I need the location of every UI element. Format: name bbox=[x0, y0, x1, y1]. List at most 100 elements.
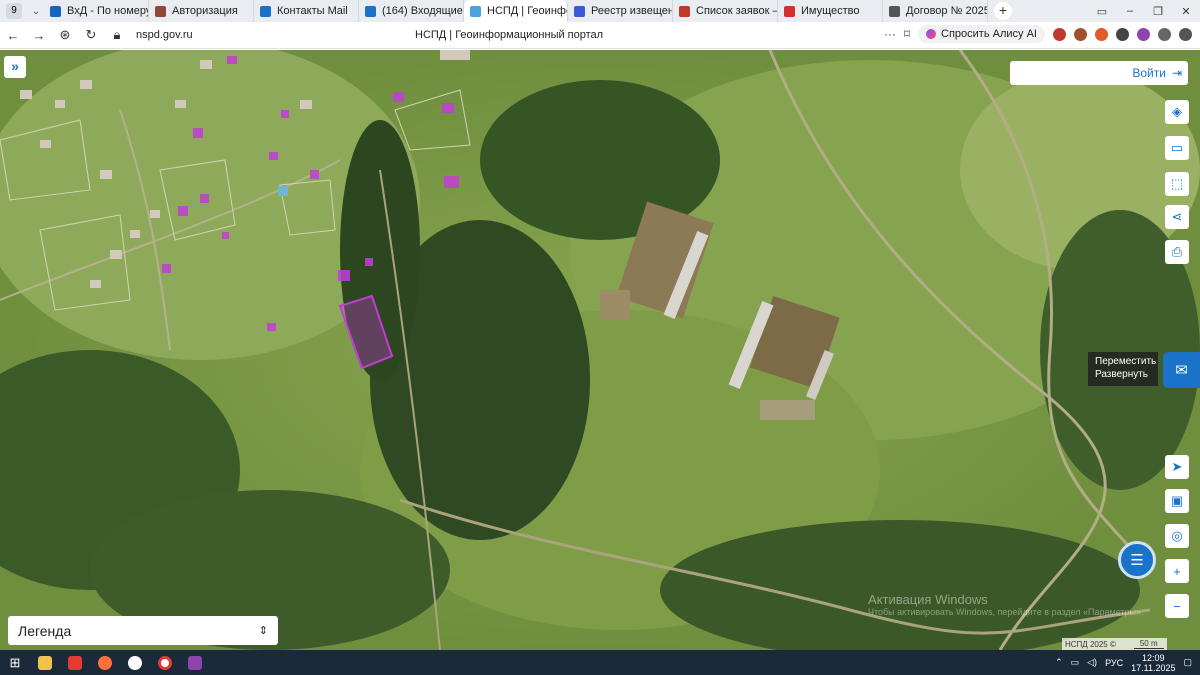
downloads-icon[interactable] bbox=[1179, 27, 1192, 41]
zoom-in-button[interactable]: + bbox=[1165, 559, 1189, 583]
url-field[interactable]: nspd.gov.ru bbox=[136, 29, 193, 41]
forward-icon[interactable]: → bbox=[26, 28, 52, 43]
firefox-icon[interactable] bbox=[90, 650, 120, 675]
tab-favicon-icon bbox=[155, 5, 166, 17]
extension-icon[interactable] bbox=[1053, 27, 1066, 41]
network-icon[interactable]: ▭ bbox=[1071, 657, 1080, 668]
tab-label: ВхД - По номеру bbox=[67, 5, 149, 17]
legend-dropdown[interactable]: Легенда ⇕ bbox=[8, 616, 278, 645]
browser-tab-bar: 9 ⌄ ВхД - По номеру Авторизация Контакты… bbox=[0, 0, 1200, 22]
chat-side-button[interactable]: ✉ bbox=[1163, 352, 1200, 388]
tab-label: Контакты Mail bbox=[277, 5, 348, 17]
file-explorer-icon[interactable] bbox=[30, 650, 60, 675]
layers-button[interactable]: ◈ bbox=[1165, 100, 1189, 124]
close-window-icon[interactable]: ✕ bbox=[1172, 5, 1200, 18]
address-bar: ← → ⊛ ↻ 🔒︎ nspd.gov.ru НСПД | Геоинформа… bbox=[0, 22, 1200, 49]
yandex-browser-icon[interactable] bbox=[150, 650, 180, 675]
measure-button[interactable]: ▭ bbox=[1165, 136, 1189, 160]
print-button[interactable]: ⎙ bbox=[1165, 240, 1189, 264]
print-icon: ⎙ bbox=[1171, 244, 1183, 259]
tab-registry[interactable]: Реестр извещений bbox=[568, 0, 673, 22]
alice-button[interactable]: Спросить Алису AI bbox=[918, 25, 1045, 43]
chat-bubble-icon: ☰ bbox=[1130, 552, 1144, 569]
tab-list-chevron-icon[interactable]: ⌄ bbox=[28, 6, 44, 17]
area-select-button[interactable]: ⬚ bbox=[1165, 172, 1189, 196]
maximize-icon[interactable]: ❐ bbox=[1144, 5, 1172, 18]
tab-requests[interactable]: Список заявок — Те bbox=[673, 0, 778, 22]
page-title: НСПД | Геоинформационный портал bbox=[415, 29, 604, 41]
tab-contract[interactable]: Договор № 2025.103 bbox=[883, 0, 988, 22]
zoom-out-button[interactable]: − bbox=[1165, 594, 1189, 618]
windows-activation-hint: Чтобы активировать Windows, перейдите в … bbox=[868, 607, 1144, 617]
new-tab-button[interactable]: + bbox=[994, 2, 1012, 20]
winrar-icon[interactable] bbox=[180, 650, 210, 675]
volume-icon[interactable]: ◁) bbox=[1087, 657, 1097, 668]
tab-vhd[interactable]: ВхД - По номеру bbox=[44, 0, 149, 22]
clock-date: 17.11.2025 bbox=[1131, 662, 1176, 673]
share-icon: ⋖ bbox=[1171, 209, 1183, 224]
extension-icon[interactable] bbox=[1095, 27, 1108, 41]
geolocation-button[interactable]: ➤ bbox=[1165, 455, 1189, 479]
move-expand-tooltip: Переместить Развернуть bbox=[1088, 352, 1158, 386]
tab-nspd[interactable]: НСПД | Геоинфор✕ bbox=[464, 0, 568, 22]
tab-label: Список заявок — Те bbox=[696, 5, 777, 17]
windows-start-icon[interactable]: ⊞ bbox=[0, 655, 30, 671]
windows-activation-watermark: Активация Windows bbox=[868, 592, 988, 607]
clock-time: 12:09 bbox=[1142, 652, 1165, 663]
tab-label: (164) Входящие - По bbox=[382, 5, 463, 17]
tab-property[interactable]: Имущество bbox=[778, 0, 883, 22]
bookmark-add-icon[interactable]: ⌑ bbox=[904, 27, 910, 41]
tab-label: Имущество bbox=[801, 5, 860, 17]
tooltip-expand: Развернуть bbox=[1095, 369, 1149, 380]
attribution-text: НСПД 2025 © bbox=[1065, 639, 1116, 649]
select-area-icon: ⬚ bbox=[1170, 176, 1184, 191]
extension-icon[interactable] bbox=[1116, 27, 1129, 41]
minimap-icon: ▣ bbox=[1170, 493, 1184, 508]
tab-label: Авторизация bbox=[172, 5, 238, 17]
chat-icon: ✉ bbox=[1175, 362, 1188, 379]
system-tray: ⌃ ▭ ◁) РУС 12:09 17.11.2025 ▢ bbox=[1055, 650, 1192, 675]
minimap-button[interactable]: ▣ bbox=[1165, 489, 1189, 513]
tray-chevron-icon[interactable]: ⌃ bbox=[1055, 657, 1063, 668]
extension-icon[interactable] bbox=[1158, 27, 1171, 41]
share-button[interactable]: ⋖ bbox=[1165, 205, 1189, 229]
bookmark-icon[interactable]: ▭ bbox=[1088, 5, 1116, 18]
tab-count-badge[interactable]: 9 bbox=[6, 3, 22, 19]
scale-bar-label: 50 m bbox=[1133, 639, 1164, 649]
map-attribution: НСПД 2025 © 50 m bbox=[1062, 638, 1167, 650]
assistant-chat-button[interactable]: ☰ bbox=[1118, 541, 1156, 579]
expand-panel-button[interactable]: » bbox=[4, 56, 26, 78]
tab-label: НСПД | Геоинфор bbox=[487, 5, 567, 17]
yandex-icon[interactable] bbox=[60, 650, 90, 675]
location-pin-icon: ◎ bbox=[1171, 528, 1183, 543]
satellite-map[interactable] bbox=[0, 50, 1200, 650]
tab-auth[interactable]: Авторизация bbox=[149, 0, 254, 22]
minimize-icon[interactable]: – bbox=[1116, 5, 1144, 18]
map-imagery bbox=[0, 50, 1200, 650]
login-button[interactable]: Войти ⇥ bbox=[1010, 61, 1188, 85]
plus-icon: + bbox=[1173, 563, 1181, 579]
notifications-icon[interactable]: ▢ bbox=[1183, 657, 1192, 668]
extension-icon[interactable] bbox=[1074, 27, 1087, 41]
window-controls: ▭ – ❐ ✕ bbox=[1088, 5, 1200, 18]
windows-taskbar: ⊞ ⌃ ▭ ◁) РУС 12:09 17.11.2025 ▢ bbox=[0, 650, 1200, 675]
protect-icon[interactable]: ⊛ bbox=[52, 27, 78, 43]
extension-icon[interactable] bbox=[1137, 27, 1150, 41]
tab-favicon-icon bbox=[470, 5, 481, 17]
browser-c-icon[interactable] bbox=[120, 650, 150, 675]
point-button[interactable]: ◎ bbox=[1165, 524, 1189, 548]
layers-icon: ◈ bbox=[1172, 104, 1182, 119]
tooltip-move: Переместить bbox=[1095, 356, 1157, 367]
ruler-icon: ▭ bbox=[1170, 140, 1184, 155]
minus-icon: − bbox=[1173, 598, 1181, 614]
more-icon[interactable]: ··· bbox=[884, 27, 896, 41]
reload-icon[interactable]: ↻ bbox=[78, 27, 104, 43]
alice-icon bbox=[926, 29, 937, 39]
tab-favicon-icon bbox=[574, 5, 585, 17]
back-icon[interactable]: ← bbox=[0, 28, 26, 43]
tab-inbox[interactable]: (164) Входящие - По bbox=[359, 0, 464, 22]
language-indicator[interactable]: РУС bbox=[1105, 658, 1123, 668]
clock[interactable]: 12:09 17.11.2025 bbox=[1131, 653, 1175, 673]
tab-favicon-icon bbox=[889, 5, 900, 17]
tab-contacts[interactable]: Контакты Mail bbox=[254, 0, 359, 22]
